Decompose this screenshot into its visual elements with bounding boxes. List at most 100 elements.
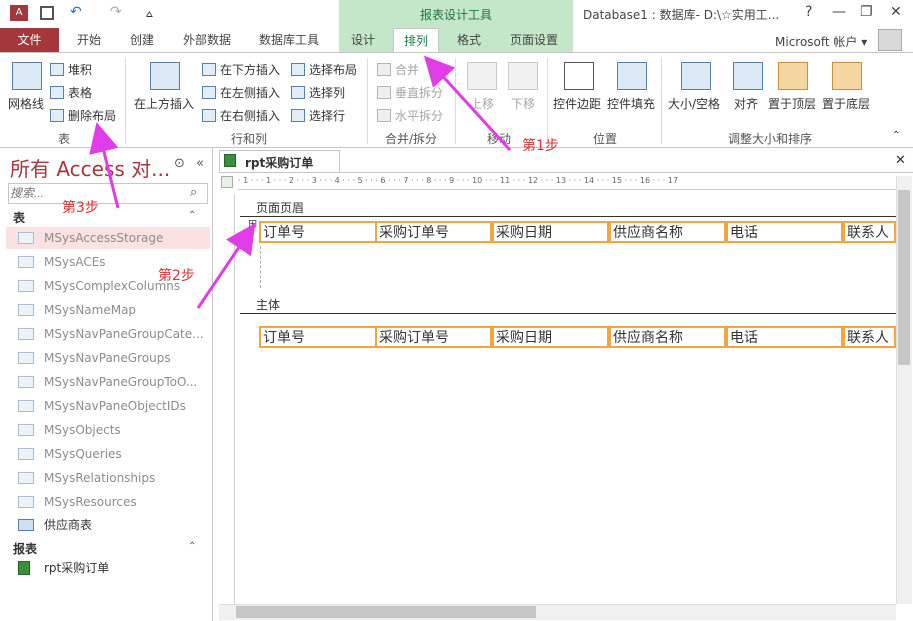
select-row-button[interactable]: 选择行: [291, 107, 345, 124]
bring-front-button[interactable]: 置于顶层: [768, 95, 816, 112]
detail-textbox-field[interactable]: 订单号: [259, 326, 377, 348]
nav-menu-icon[interactable]: ⊙: [174, 156, 185, 171]
list-item[interactable]: MSysNavPaneGroupToO...: [6, 371, 210, 393]
tab-format[interactable]: 格式: [447, 28, 491, 52]
header-label-field[interactable]: 采购日期: [492, 221, 609, 243]
merge-icon: [377, 63, 391, 76]
group-label-merge-split: 合并/拆分: [385, 132, 438, 146]
gridlines-button[interactable]: 网格线: [8, 95, 44, 112]
list-item[interactable]: MSysResources: [6, 491, 210, 513]
align-button[interactable]: 对齐: [734, 95, 758, 112]
detail-textbox-field[interactable]: 采购订单号: [375, 326, 492, 348]
tab-file[interactable]: 文件: [0, 28, 59, 52]
nav-collapse-icon[interactable]: «: [196, 156, 204, 171]
detail-section-bar[interactable]: 主体: [240, 296, 896, 314]
header-label-field[interactable]: 采购订单号: [375, 221, 492, 243]
group-label-move: 移动: [487, 132, 512, 146]
tab-page-setup[interactable]: 页面设置: [500, 28, 568, 52]
size-space-button[interactable]: 大小/空格: [668, 95, 720, 112]
customize-qat-icon[interactable]: ⩟: [146, 7, 153, 21]
group-separator: [125, 58, 126, 144]
close-button[interactable]: ✕: [890, 4, 902, 20]
search-icon[interactable]: ⌕: [190, 185, 197, 200]
select-column-button[interactable]: 选择列: [291, 84, 345, 101]
split-vertical-button[interactable]: 垂直拆分: [377, 84, 443, 101]
restore-button[interactable]: ❐: [860, 4, 873, 20]
insert-right-icon: [202, 109, 216, 122]
tabular-icon: [50, 86, 64, 99]
page-header-section-bar[interactable]: 页面页眉: [240, 199, 896, 217]
document-tab-label: rpt采购订单: [245, 156, 314, 170]
header-label-field[interactable]: 联系人: [843, 221, 896, 243]
vertical-scroll-thumb[interactable]: [898, 190, 910, 365]
move-down-button[interactable]: 下移: [511, 95, 535, 112]
minimize-button[interactable]: —: [832, 4, 846, 20]
insert-above-button[interactable]: 在上方插入: [134, 95, 194, 112]
split-horizontal-button[interactable]: 水平拆分: [377, 107, 443, 124]
collapse-ribbon-icon[interactable]: ⌃: [892, 130, 900, 141]
annotation-step3: 第3步: [62, 200, 99, 216]
header-label-field[interactable]: 电话: [726, 221, 843, 243]
redo-icon[interactable]: ↷: [110, 4, 122, 20]
list-item[interactable]: MSysNavPaneGroupCate...: [6, 323, 210, 345]
table-icon: [18, 304, 34, 316]
insert-above-icon: [150, 62, 180, 90]
insert-below-button[interactable]: 在下方插入: [202, 61, 280, 78]
merge-button[interactable]: 合并: [377, 61, 419, 78]
close-document-icon[interactable]: ✕: [895, 153, 906, 168]
save-icon[interactable]: [40, 6, 54, 20]
remove-layout-button[interactable]: 删除布局: [50, 107, 116, 124]
control-margins-icon: [564, 62, 594, 90]
table-icon: [18, 328, 34, 340]
send-back-button[interactable]: 置于底层: [822, 95, 870, 112]
tabular-button[interactable]: 表格: [50, 84, 92, 101]
list-item[interactable]: MSysObjects: [6, 419, 210, 441]
detail-textbox-field[interactable]: 联系人: [843, 326, 896, 348]
group-separator: [367, 58, 368, 144]
detail-textbox-field[interactable]: 电话: [726, 326, 843, 348]
horizontal-scroll-thumb[interactable]: [236, 606, 536, 618]
select-layout-button[interactable]: 选择布局: [291, 61, 357, 78]
move-up-button[interactable]: 上移: [470, 95, 494, 112]
undo-icon[interactable]: ↶: [70, 4, 82, 20]
tab-database-tools[interactable]: 数据库工具: [250, 28, 328, 52]
table-icon: [18, 376, 34, 388]
list-item[interactable]: MSysQueries: [6, 443, 210, 465]
tab-arrange[interactable]: 排列: [393, 28, 439, 52]
list-item[interactable]: MSysNameMap: [6, 299, 210, 321]
header-label-field[interactable]: 供应商名称: [609, 221, 726, 243]
list-item[interactable]: MSysRelationships: [6, 467, 210, 489]
size-space-icon: [681, 62, 711, 90]
nav-section-reports[interactable]: 报表: [13, 540, 37, 557]
tab-external-data[interactable]: 外部数据: [174, 28, 240, 52]
help-button[interactable]: ?: [805, 4, 812, 20]
control-padding-button[interactable]: 控件填充: [607, 95, 655, 112]
control-margins-button[interactable]: 控件边距: [553, 95, 601, 112]
tab-create[interactable]: 创建: [120, 28, 164, 52]
collapse-tables-icon[interactable]: ⌃: [188, 210, 196, 221]
send-back-icon: [832, 62, 862, 90]
collapse-reports-icon[interactable]: ⌃: [188, 541, 196, 552]
report-selector[interactable]: [221, 176, 233, 188]
access-logo-icon[interactable]: A: [10, 5, 28, 21]
list-item[interactable]: MSysNavPaneGroups: [6, 347, 210, 369]
layout-move-handle-icon[interactable]: ⊞: [248, 217, 257, 230]
annotation-step1: 第1步: [522, 138, 559, 154]
stacked-button[interactable]: 堆积: [50, 61, 92, 78]
account-menu[interactable]: Microsoft 帐户 ▾: [775, 33, 867, 50]
list-item[interactable]: rpt采购订单: [6, 557, 210, 579]
detail-textbox-field[interactable]: 供应商名称: [609, 326, 726, 348]
tab-home[interactable]: 开始: [66, 28, 112, 52]
detail-textbox-field[interactable]: 采购日期: [492, 326, 609, 348]
insert-right-button[interactable]: 在右侧插入: [202, 107, 280, 124]
table-icon: [18, 232, 34, 244]
nav-section-tables[interactable]: 表: [13, 209, 25, 226]
tab-design[interactable]: 设计: [342, 28, 384, 52]
list-item[interactable]: MSysAccessStorage: [6, 227, 210, 249]
list-item[interactable]: MSysNavPaneObjectIDs: [6, 395, 210, 417]
list-item[interactable]: 供应商表: [6, 514, 210, 536]
insert-left-button[interactable]: 在左侧插入: [202, 84, 280, 101]
header-label-field[interactable]: 订单号: [259, 221, 377, 243]
nav-pane-title[interactable]: 所有 Access 对...: [10, 153, 170, 182]
avatar[interactable]: [878, 29, 902, 51]
